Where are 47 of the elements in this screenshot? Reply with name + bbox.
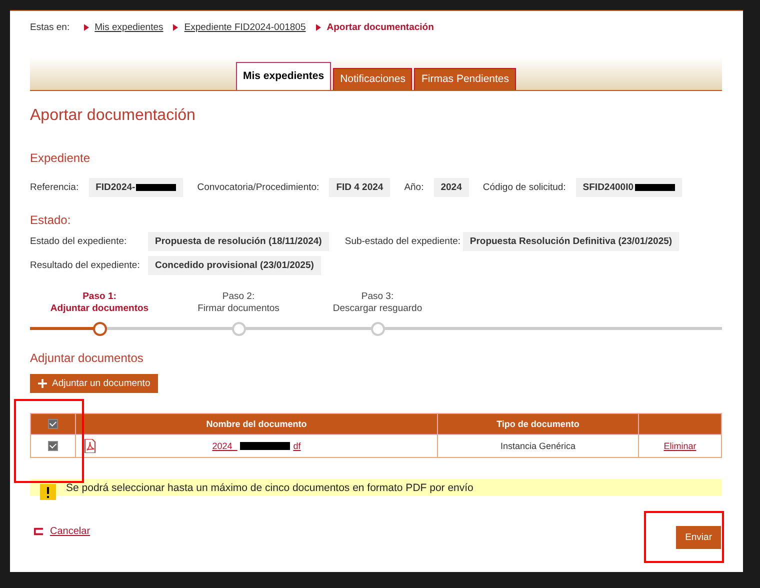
submit-button[interactable]: Enviar [676,526,721,549]
page-title: Aportar documentación [30,107,196,125]
field-value: FID2024- [88,178,184,197]
section-heading: Estado: [30,213,72,227]
field-value: Concedido provisional (23/01/2025) [148,256,321,275]
arrow-icon [173,24,178,30]
tab[interactable]: Mis expedientes [236,62,332,90]
column-header: Tipo de documento [438,414,638,434]
field-value: FID 4 2024 [329,178,390,197]
step-label: Paso 2: Firmar documentos [196,291,280,315]
breadcrumb-link[interactable]: Expediente FID2024-001805 [184,22,306,32]
arrow-icon [316,24,321,30]
field-label: Código de solicitud: [482,182,566,193]
cancel-link[interactable]: Cancelar [32,526,90,537]
breadcrumb-link[interactable]: Mis expedientes [94,22,164,32]
field-label: Estado del expediente: [30,236,128,247]
file-link[interactable]: 2024_ [212,441,238,451]
arrow-icon [84,24,89,30]
field-value: 2024 [434,178,469,197]
field-label: Referencia: [30,182,79,193]
tab[interactable]: Firmas Pendientes [414,68,516,90]
redaction-mark [240,442,290,450]
column-header: Nombre del documento [76,414,438,434]
tab[interactable]: Notificaciones [333,68,412,90]
field-value: Propuesta Resolución Definitiva (23/01/2025) [462,232,680,251]
attach-button[interactable]: Adjuntar un documento [30,374,158,393]
field-value: Propuesta de resolución (18/11/2024) [148,232,329,251]
field-label: Año: [404,182,424,193]
warning-icon [40,484,56,500]
field-label: Convocatoria/Procedimiento: [197,182,320,193]
notice-text: Se podrá seleccionar hasta un máximo de cinco documentos en formato PDF por envío [66,482,474,494]
table-cell: Instancia Genérica [438,434,638,458]
plus-icon [38,379,47,388]
checkbox[interactable] [48,419,58,430]
step-label: Paso 3: Descargar resguardo [332,291,424,315]
section-heading: Expediente [30,151,92,165]
breadcrumb-label: Estas en: [30,22,70,32]
field-label: Resultado del expediente: [30,260,141,271]
step-label: Paso 1: Adjuntar documentos [49,291,150,315]
section-heading: Adjuntar documentos [30,351,144,365]
file-link[interactable]: df [293,441,301,451]
field-label: Sub-estado del expediente: [344,236,462,247]
checkbox[interactable] [48,441,58,452]
pdf-icon [84,439,96,453]
breadcrumb-current: Aportar documentación [326,22,434,32]
delete-link[interactable]: Eliminar [664,441,696,451]
field-value: SFID2400I0 [576,178,682,197]
